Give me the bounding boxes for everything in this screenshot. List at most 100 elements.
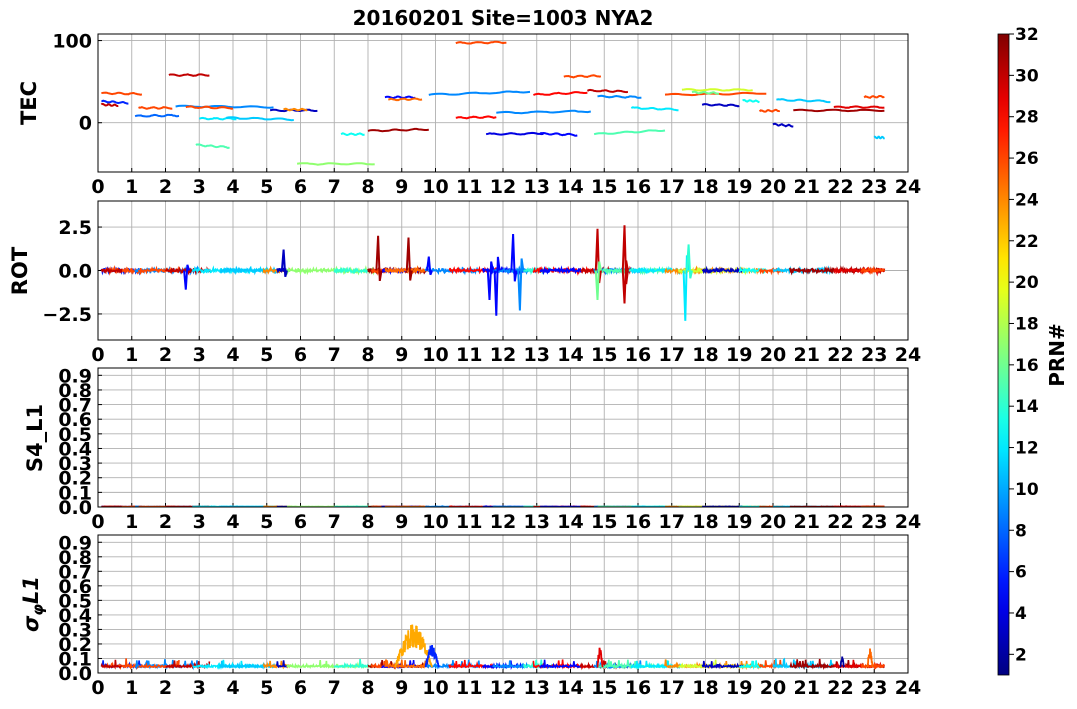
x-tick-label: 17 <box>659 344 685 366</box>
panel-rot: 0 1 2 3 4 5 6 7 8 9 10 11 12 13 14 15 16 17 18 19 20 21 22 23 24… <box>8 200 921 366</box>
colorbar-tick-label: 10 <box>1015 480 1039 500</box>
x-tick-label: 11 <box>456 511 482 533</box>
x-tick-label: 22 <box>827 677 853 699</box>
x-tick-label: 3 <box>193 677 206 699</box>
x-tick-label: 1 <box>125 176 138 198</box>
x-tick-label: 21 <box>794 176 820 198</box>
panel-s4-l1: 0 1 2 3 4 5 6 7 8 9 10 11 12 13 14 15 16 17 18 19 20 21 22 23 24… <box>23 365 921 533</box>
colorbar-tick-label: 6 <box>1015 563 1027 583</box>
x-tick-label: 20 <box>760 344 786 366</box>
x-tick-label: 10 <box>422 511 448 533</box>
panel-sigma-phi-l1: 0 1 2 3 4 5 6 7 8 9 10 11 12 13 14 15 16 17 18 19 20 21 22 23 24… <box>19 532 921 699</box>
tec-prn-17-line <box>296 162 375 166</box>
x-tick-label: 10 <box>422 677 448 699</box>
x-tick-label: 18 <box>692 176 718 198</box>
x-tick-label: 9 <box>395 677 408 699</box>
x-tick-label: 5 <box>260 677 273 699</box>
x-tick-label: 23 <box>861 176 887 198</box>
rot-spike <box>685 244 693 279</box>
colorbar-tick-label: 24 <box>1015 190 1039 210</box>
tec-prn-26-line <box>455 40 507 45</box>
y-axis-label: S4_L1 <box>23 404 47 472</box>
x-tick-label: 6 <box>294 176 307 198</box>
x-tick-label: 16 <box>625 344 651 366</box>
tec-prn-24-line <box>283 107 308 112</box>
tec-prn-26-line <box>863 95 885 99</box>
colorbar-tick-label: 32 <box>1015 25 1039 45</box>
x-tick-label: 13 <box>524 344 550 366</box>
x-tick-label: 16 <box>625 677 651 699</box>
x-tick-label: 8 <box>361 176 374 198</box>
x-tick-label: 0 <box>91 176 104 198</box>
x-tick-label: 15 <box>591 344 617 366</box>
x-tick-label: 17 <box>659 677 685 699</box>
x-tick-label: 19 <box>726 344 752 366</box>
tec-prn-15-line <box>195 143 230 149</box>
x-tick-label: 18 <box>692 344 718 366</box>
x-tick-label: 3 <box>193 344 206 366</box>
tec-prn-26-line <box>138 106 173 110</box>
x-tick-label: 2 <box>159 511 172 533</box>
x-tick-label: 2 <box>159 344 172 366</box>
x-tick-label: 20 <box>760 176 786 198</box>
x-tick-label: 10 <box>422 176 448 198</box>
sigma-burst <box>866 648 874 668</box>
x-tick-label: 17 <box>659 511 685 533</box>
colorbar-tick-label: 20 <box>1015 273 1039 293</box>
x-tick-label: 4 <box>226 511 239 533</box>
tec-prn-13-line <box>742 99 760 104</box>
x-tick-label: 5 <box>260 176 273 198</box>
colorbar-tick-label: 18 <box>1015 314 1039 334</box>
colorbar-tick-label: 2 <box>1015 645 1027 665</box>
tec-prn-3-line <box>701 103 740 108</box>
x-tick-label: 8 <box>361 511 374 533</box>
tec-prn-28-line <box>533 91 588 96</box>
x-tick-label: 19 <box>726 176 752 198</box>
tec-prn-6-line <box>101 99 129 105</box>
x-tick-label: 24 <box>895 677 921 699</box>
rot-spike <box>375 235 383 282</box>
x-tick-label: 16 <box>625 176 651 198</box>
tec-prn-3-line <box>772 122 794 128</box>
figure-canvas: 20160201 Site=1003 NYA2 0 1 2 3 4 5 6 7 8 9 10 11 12… <box>8 6 1069 699</box>
tec-prn-11-line <box>776 98 831 104</box>
y-tick-label: −2.5 <box>42 304 92 326</box>
x-tick-label: 15 <box>591 176 617 198</box>
x-tick-label: 7 <box>328 677 341 699</box>
x-tick-label: 24 <box>895 176 921 198</box>
colorbar-label: PRN# <box>1045 323 1069 387</box>
tec-prn-11-line <box>873 135 885 140</box>
x-tick-label: 18 <box>692 677 718 699</box>
tec-prn-5-line <box>384 95 416 100</box>
x-tick-label: 0 <box>91 344 104 366</box>
x-tick-label: 9 <box>395 344 408 366</box>
x-tick-label: 8 <box>361 344 374 366</box>
x-tick-label: 22 <box>827 344 853 366</box>
x-tick-label: 1 <box>125 344 138 366</box>
tec-prn-9-line <box>496 109 591 115</box>
colorbar-tick-label: 12 <box>1015 439 1039 459</box>
colorbar-tick-label: 30 <box>1015 66 1039 86</box>
x-tick-label: 11 <box>456 344 482 366</box>
y-tick-label: 2.5 <box>58 217 92 239</box>
chart-title: 20160201 Site=1003 NYA2 <box>353 6 654 30</box>
tec-prn-29-line <box>833 105 885 109</box>
tec-prn-5-line <box>539 131 578 137</box>
x-tick-label: 13 <box>524 176 550 198</box>
x-tick-label: 7 <box>328 176 341 198</box>
series-group <box>100 225 886 321</box>
panels: 0 1 2 3 4 5 6 7 8 9 10 11 12 13 14 15 16 17 18 19 20 21 22 23 24… <box>8 31 921 699</box>
x-tick-label: 14 <box>557 677 583 699</box>
x-tick-label: 22 <box>827 176 853 198</box>
tec-prn-25-line <box>388 97 423 102</box>
tec-prn-28-line <box>455 115 497 120</box>
x-tick-label: 16 <box>625 511 651 533</box>
x-tick-label: 11 <box>456 677 482 699</box>
tec-prn-9-line <box>428 90 531 96</box>
x-tick-label: 19 <box>726 511 752 533</box>
y-tick-label: 0.0 <box>58 261 92 283</box>
y-tick-label: 0 <box>79 113 92 135</box>
rot-spike <box>510 233 518 282</box>
x-tick-label: 15 <box>591 677 617 699</box>
x-tick-label: 4 <box>226 176 239 198</box>
